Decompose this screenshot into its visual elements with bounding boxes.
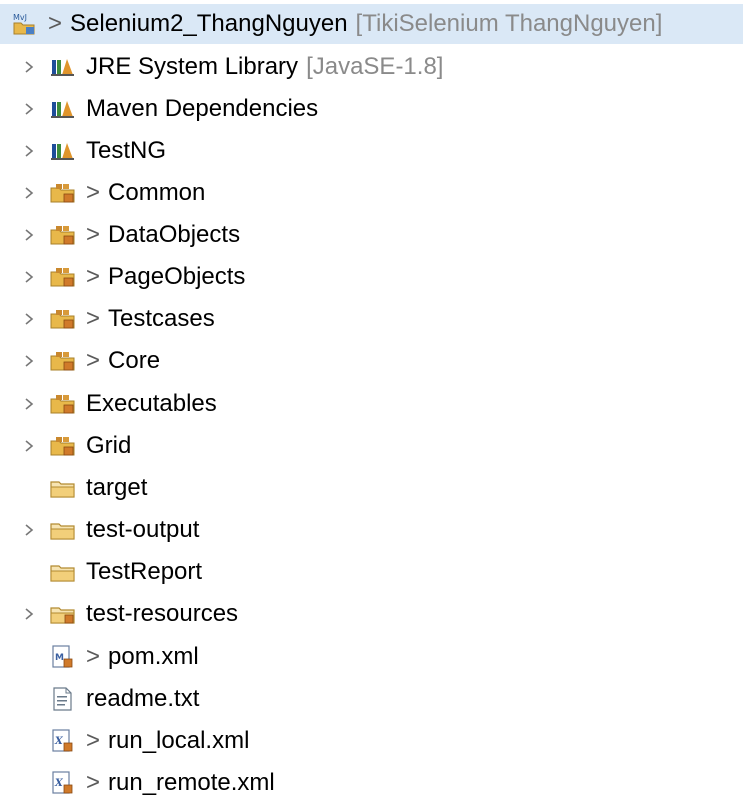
- project-row[interactable]: MvJ > Selenium2_ThangNguyen [TikiSeleniu…: [0, 4, 743, 44]
- tree-item-label: readme.txt: [86, 685, 200, 712]
- svg-text:X: X: [54, 736, 64, 747]
- folder-icon: [50, 560, 76, 584]
- package-folder-icon: [50, 181, 76, 205]
- tree-item-testreport[interactable]: TestReport: [0, 552, 202, 592]
- tree-item-label: test-output: [86, 516, 200, 543]
- project-decoration: [TikiSelenium ThangNguyen]: [355, 10, 663, 37]
- chevron-right-icon[interactable]: [22, 144, 36, 158]
- tree-item-core[interactable]: > Core: [0, 341, 160, 381]
- tree-item-target[interactable]: target: [0, 468, 147, 508]
- chevron-right-icon[interactable]: [22, 228, 36, 242]
- tree-item-grid[interactable]: Grid: [0, 426, 131, 466]
- project-dirty-marker: >: [48, 10, 63, 37]
- dirty-marker: >: [86, 305, 101, 332]
- tree-item-run-local-xml[interactable]: X > run_local.xml: [0, 721, 249, 761]
- tree-item-decoration: [JavaSE-1.8]: [306, 53, 444, 80]
- project-name: Selenium2_ThangNguyen: [70, 10, 348, 37]
- library-icon: [50, 55, 76, 79]
- package-folder-icon: [50, 434, 76, 458]
- xml-file-icon: X: [50, 771, 76, 795]
- dirty-marker: >: [86, 643, 101, 670]
- package-folder-icon: [50, 349, 76, 373]
- tree-item-label: Grid: [86, 432, 132, 459]
- tree-item-label: Common: [108, 179, 206, 206]
- chevron-right-icon[interactable]: [22, 312, 36, 326]
- tree-item-label: Core: [108, 347, 161, 374]
- chevron-right-icon[interactable]: [22, 270, 36, 284]
- tree-item-label: Maven Dependencies: [86, 95, 319, 122]
- package-explorer-tree: MvJ > Selenium2_ThangNguyen [TikiSeleniu…: [0, 0, 743, 801]
- svg-text:MvJ: MvJ: [13, 13, 27, 22]
- chevron-right-icon[interactable]: [22, 523, 36, 537]
- maven-pom-icon: M: [50, 645, 76, 669]
- dirty-marker: >: [86, 769, 101, 796]
- chevron-right-icon[interactable]: [22, 102, 36, 116]
- dirty-marker: >: [86, 727, 101, 754]
- package-folder-icon: [50, 223, 76, 247]
- chevron-right-icon[interactable]: [22, 186, 36, 200]
- folder-icon: [50, 518, 76, 542]
- tree-item-executables[interactable]: Executables: [0, 384, 217, 424]
- package-folder-icon: [50, 265, 76, 289]
- package-folder-icon: [50, 392, 76, 416]
- tree-item-readme-txt[interactable]: readme.txt: [0, 679, 199, 719]
- dirty-marker: >: [86, 221, 101, 248]
- tree-item-pom-xml[interactable]: M > pom.xml: [0, 637, 199, 677]
- tree-item-pageobjects[interactable]: > PageObjects: [0, 257, 245, 297]
- dirty-marker: >: [86, 263, 101, 290]
- chevron-right-icon[interactable]: [22, 354, 36, 368]
- tree-item-label: TestNG: [86, 137, 167, 164]
- package-folder-icon: [50, 307, 76, 331]
- tree-item-run-remote-xml[interactable]: X > run_remote.xml: [0, 763, 275, 803]
- folder-icon: [50, 476, 76, 500]
- tree-item-label: run_remote.xml: [108, 769, 275, 796]
- tree-item-test-output[interactable]: test-output: [0, 510, 199, 550]
- dirty-marker: >: [86, 347, 101, 374]
- svg-text:X: X: [54, 778, 64, 789]
- tree-item-label: test-resources: [86, 600, 239, 627]
- tree-item-testng[interactable]: TestNG: [0, 131, 166, 171]
- tree-item-label: TestReport: [86, 558, 203, 585]
- tree-item-label: Executables: [86, 390, 217, 417]
- tree-item-label: pom.xml: [108, 643, 199, 670]
- tree-item-common[interactable]: > Common: [0, 173, 205, 213]
- chevron-right-icon[interactable]: [22, 607, 36, 621]
- svg-text:M: M: [55, 653, 64, 663]
- tree-item-label: JRE System Library: [86, 53, 299, 80]
- tree-item-jre-system-library[interactable]: JRE System Library [JavaSE-1.8]: [0, 47, 443, 87]
- text-file-icon: [50, 687, 76, 711]
- library-icon: [50, 139, 76, 163]
- tree-item-maven-dependencies[interactable]: Maven Dependencies: [0, 89, 318, 129]
- tree-item-label: Testcases: [108, 305, 215, 332]
- tree-item-label: PageObjects: [108, 263, 246, 290]
- source-folder-icon: [50, 602, 76, 626]
- xml-file-icon: X: [50, 729, 76, 753]
- chevron-right-icon[interactable]: [22, 439, 36, 453]
- tree-item-label: run_local.xml: [108, 727, 250, 754]
- chevron-right-icon[interactable]: [22, 397, 36, 411]
- tree-item-test-resources[interactable]: test-resources: [0, 594, 238, 634]
- dirty-marker: >: [86, 179, 101, 206]
- maven-project-icon: MvJ: [12, 12, 38, 36]
- tree-item-label: target: [86, 474, 148, 501]
- chevron-right-icon[interactable]: [22, 60, 36, 74]
- library-icon: [50, 97, 76, 121]
- tree-item-testcases[interactable]: > Testcases: [0, 299, 215, 339]
- tree-item-label: DataObjects: [108, 221, 241, 248]
- tree-item-dataobjects[interactable]: > DataObjects: [0, 215, 240, 255]
